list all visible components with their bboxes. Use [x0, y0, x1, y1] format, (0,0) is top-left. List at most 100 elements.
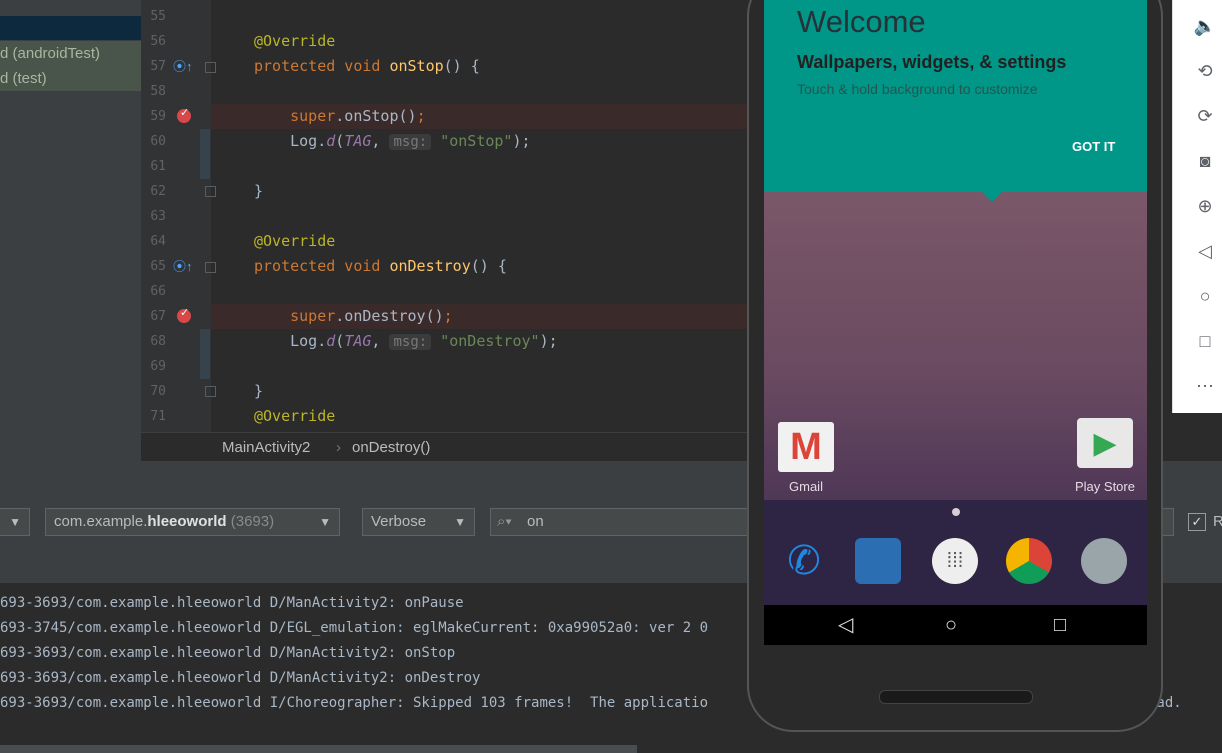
overview-icon[interactable]: □: [1189, 325, 1221, 357]
line-number: 66: [150, 284, 166, 299]
breakpoint-icon[interactable]: [177, 306, 191, 323]
breadcrumb-class[interactable]: MainActivity2: [222, 439, 310, 456]
line-number: 67: [150, 309, 166, 324]
welcome-description: Touch & hold background to customize: [797, 81, 1038, 97]
rotate-left-icon[interactable]: ⟲: [1189, 55, 1221, 87]
code-line[interactable]: @Override: [254, 404, 335, 429]
play-store-icon[interactable]: [1077, 418, 1133, 470]
app-drawer-icon[interactable]: ⁞⁞⁞: [932, 538, 978, 584]
gmail-icon[interactable]: [778, 422, 834, 472]
code-token: protected void: [254, 57, 390, 75]
fold-icon[interactable]: [205, 262, 216, 273]
phone-app-icon[interactable]: ✆: [781, 538, 827, 584]
nav-home-icon[interactable]: ○: [945, 605, 957, 645]
nav-back-icon[interactable]: ◁: [838, 605, 853, 645]
process-pid: (3693): [230, 513, 275, 530]
rotate-right-icon[interactable]: ⟳: [1189, 100, 1221, 132]
code-token: onDestroy: [389, 257, 471, 275]
chevron-down-icon: ▼: [454, 515, 466, 529]
line-number: 59: [150, 109, 166, 124]
home-icon[interactable]: ○: [1189, 280, 1221, 312]
override-icon[interactable]: ⦿↑: [173, 254, 193, 279]
code-line[interactable]: }: [254, 379, 263, 404]
fold-icon[interactable]: [205, 62, 216, 73]
code-line[interactable]: super.onStop();: [254, 104, 425, 129]
chevron-down-icon: ▼: [319, 515, 331, 529]
phone-screen[interactable]: Welcome Wallpapers, widgets, & settings …: [764, 0, 1147, 645]
messages-app-icon[interactable]: [855, 538, 901, 584]
code-token: protected void: [254, 257, 390, 275]
log-level-value: Verbose: [371, 513, 427, 530]
breakpoint-icon[interactable]: [177, 106, 191, 123]
code-line[interactable]: protected void onStop() {: [254, 54, 480, 79]
code-token: @Override: [254, 232, 336, 250]
play-store-label: Play Store: [1075, 479, 1135, 494]
more-icon[interactable]: ⋯: [1189, 370, 1221, 402]
code-line[interactable]: protected void onDestroy() {: [254, 254, 507, 279]
code-token: ,: [371, 332, 390, 350]
line-number: 62: [150, 184, 166, 199]
code-token: );: [539, 332, 558, 350]
horizontal-scrollbar[interactable]: [0, 745, 637, 753]
volume-icon[interactable]: 🔈: [1189, 10, 1221, 42]
logcat-search-input[interactable]: ⌕▾ on: [490, 508, 750, 536]
nav-recents-icon[interactable]: □: [1054, 605, 1066, 645]
camera-app-icon[interactable]: [1081, 538, 1127, 584]
welcome-card: Welcome Wallpapers, widgets, & settings …: [764, 0, 1147, 192]
code-token: () {: [443, 57, 480, 75]
tree-selected-row[interactable]: [0, 16, 141, 40]
chrome-icon[interactable]: [1006, 538, 1052, 584]
code-token: d: [326, 332, 336, 350]
zoom-icon[interactable]: ⊕: [1189, 190, 1221, 222]
tree-item-android-test[interactable]: d (androidTest): [0, 41, 141, 66]
breadcrumb-separator: ›: [336, 439, 341, 456]
page-indicator: [952, 508, 960, 516]
fold-icon[interactable]: [205, 386, 216, 397]
code-line[interactable]: }: [254, 179, 263, 204]
process-name: hleeoworld: [147, 513, 227, 530]
device-dropdown[interactable]: ▼: [0, 508, 30, 536]
camera-icon[interactable]: ◙: [1189, 145, 1221, 177]
code-line[interactable]: @Override: [254, 29, 335, 54]
code-token: }: [254, 182, 264, 200]
log-line: 693-3693/com.example.hleeoworld D/ManAct…: [0, 670, 481, 686]
breadcrumb: MainActivity2 › onDestroy(): [141, 432, 747, 462]
line-number: 55: [150, 9, 166, 24]
android-nav-bar: ◁ ○ □: [764, 605, 1147, 645]
process-dropdown[interactable]: com.example.hleeoworld (3693) ▼: [45, 508, 340, 536]
regex-checkbox[interactable]: ✓: [1188, 513, 1206, 531]
fold-icon[interactable]: [205, 186, 216, 197]
back-icon[interactable]: ◁: [1189, 235, 1221, 267]
change-marker: [200, 129, 210, 179]
line-number: 68: [150, 334, 166, 349]
search-value: on: [527, 513, 544, 530]
line-number: 56: [150, 34, 166, 49]
change-marker: [200, 329, 210, 379]
log-line: 693-3693/com.example.hleeoworld D/ManAct…: [0, 595, 464, 611]
code-token: (: [335, 332, 345, 350]
code-token: .onDestroy(): [335, 307, 444, 325]
log-line: 693-3693/com.example.hleeoworld D/ManAct…: [0, 645, 456, 661]
welcome-card-pointer: [982, 192, 1002, 202]
got-it-button[interactable]: GOT IT: [1072, 139, 1115, 154]
override-icon[interactable]: ⦿↑: [173, 54, 193, 79]
code-token: TAG: [344, 132, 372, 150]
line-number: 65: [150, 259, 166, 274]
breadcrumb-method[interactable]: onDestroy(): [352, 439, 430, 456]
code-line[interactable]: Log.d(TAG, msg: "onStop");: [254, 129, 531, 155]
line-number: 70: [150, 384, 166, 399]
code-line[interactable]: @Override: [254, 229, 335, 254]
code-token: Log.: [254, 332, 327, 350]
code-token: );: [512, 132, 531, 150]
code-token: ;: [443, 307, 453, 325]
code-line[interactable]: super.onDestroy();: [254, 304, 453, 329]
tree-item-test[interactable]: d (test): [0, 66, 141, 91]
code-token: "onStop": [440, 132, 513, 150]
code-line[interactable]: Log.d(TAG, msg: "onDestroy");: [254, 329, 558, 355]
parameter-hint: msg:: [389, 334, 432, 350]
chevron-down-icon: ▼: [9, 515, 21, 529]
line-number: 71: [150, 409, 166, 424]
log-level-dropdown[interactable]: Verbose ▼: [362, 508, 475, 536]
phone-speaker: [879, 690, 1033, 704]
